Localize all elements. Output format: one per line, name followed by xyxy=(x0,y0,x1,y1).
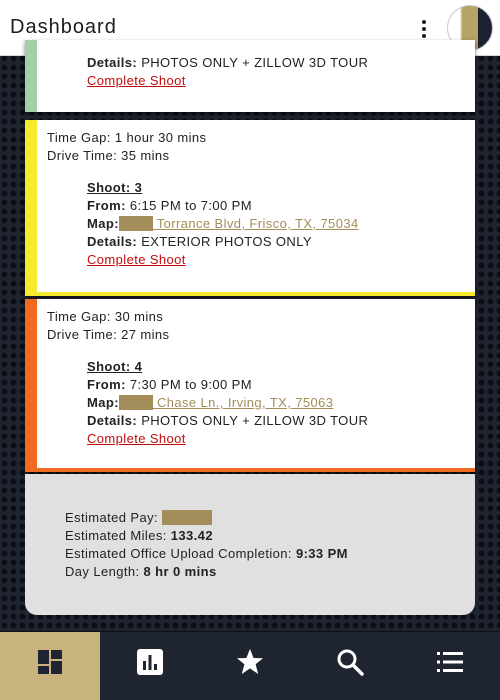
redacted-block xyxy=(162,510,213,525)
shoot-details: Details: EXTERIOR PHOTOS ONLY xyxy=(87,234,312,249)
redacted-block xyxy=(118,395,153,410)
map-link[interactable]: Torrance Blvd, Frisco, TX, 75034 xyxy=(153,216,359,231)
shoot-details: Details: PHOTOS ONLY + ZILLOW 3D TOUR xyxy=(87,413,369,428)
map-link[interactable]: Chase Ln., Irving, TX, 75063 xyxy=(153,395,333,410)
estimated-miles: Estimated Miles: 133.42 xyxy=(65,528,213,543)
shoot-title[interactable]: Shoot: 3 xyxy=(87,180,142,196)
shoot-card: Time Gap: 1 hour 30 mins Drive Time: 35 … xyxy=(25,120,475,296)
nav-favorites[interactable] xyxy=(200,632,300,700)
day-length: Day Length: 8 hr 0 mins xyxy=(65,564,217,579)
complete-shoot-link[interactable]: Complete Shoot xyxy=(87,252,186,268)
status-bar xyxy=(25,468,475,472)
drive-time: Drive Time: 35 mins xyxy=(47,148,170,163)
status-stripe xyxy=(25,120,37,296)
shoot-title[interactable]: Shoot: 4 xyxy=(87,359,142,375)
shoot-map: Map: Torrance Blvd, Frisco, TX, 75034 xyxy=(87,216,359,231)
time-gap: Time Gap: 30 mins xyxy=(47,309,164,324)
status-stripe xyxy=(25,299,37,472)
shoot-map: Map: Chase Ln., Irving, TX, 75063 xyxy=(87,395,334,410)
nav-reports[interactable] xyxy=(100,632,200,700)
status-stripe xyxy=(25,40,37,112)
shoot-card: Details: PHOTOS ONLY + ZILLOW 3D TOUR Co… xyxy=(25,40,475,112)
shoot-time: From: 7:30 PM to 9:00 PM xyxy=(87,377,252,392)
redacted-block xyxy=(118,216,153,231)
estimated-upload: Estimated Office Upload Completion: 9:33… xyxy=(65,546,348,561)
drive-time: Drive Time: 27 mins xyxy=(47,327,170,342)
nav-list[interactable] xyxy=(400,632,500,700)
shoot-card: Time Gap: 30 mins Drive Time: 27 mins Sh… xyxy=(25,299,475,472)
shoot-details: Details: PHOTOS ONLY + ZILLOW 3D TOUR xyxy=(87,55,369,70)
bar-chart-icon xyxy=(137,649,163,675)
nav-dashboard[interactable] xyxy=(0,632,100,700)
estimated-pay: Estimated Pay: xyxy=(65,510,213,526)
more-vert-icon[interactable] xyxy=(417,18,431,40)
dashboard-icon xyxy=(38,650,62,674)
shoot-time: From: 6:15 PM to 7:00 PM xyxy=(87,198,252,213)
status-bar xyxy=(25,292,475,296)
day-summary: Estimated Pay: Estimated Miles: 133.42 E… xyxy=(25,474,475,615)
search-icon xyxy=(337,649,364,676)
star-icon xyxy=(237,649,263,674)
bottom-nav xyxy=(0,631,500,700)
time-gap: Time Gap: 1 hour 30 mins xyxy=(47,130,207,145)
page-title: Dashboard xyxy=(10,16,117,38)
complete-shoot-link[interactable]: Complete Shoot xyxy=(87,431,186,447)
list-icon xyxy=(437,652,463,672)
nav-search[interactable] xyxy=(300,632,400,700)
complete-shoot-link[interactable]: Complete Shoot xyxy=(87,73,186,89)
